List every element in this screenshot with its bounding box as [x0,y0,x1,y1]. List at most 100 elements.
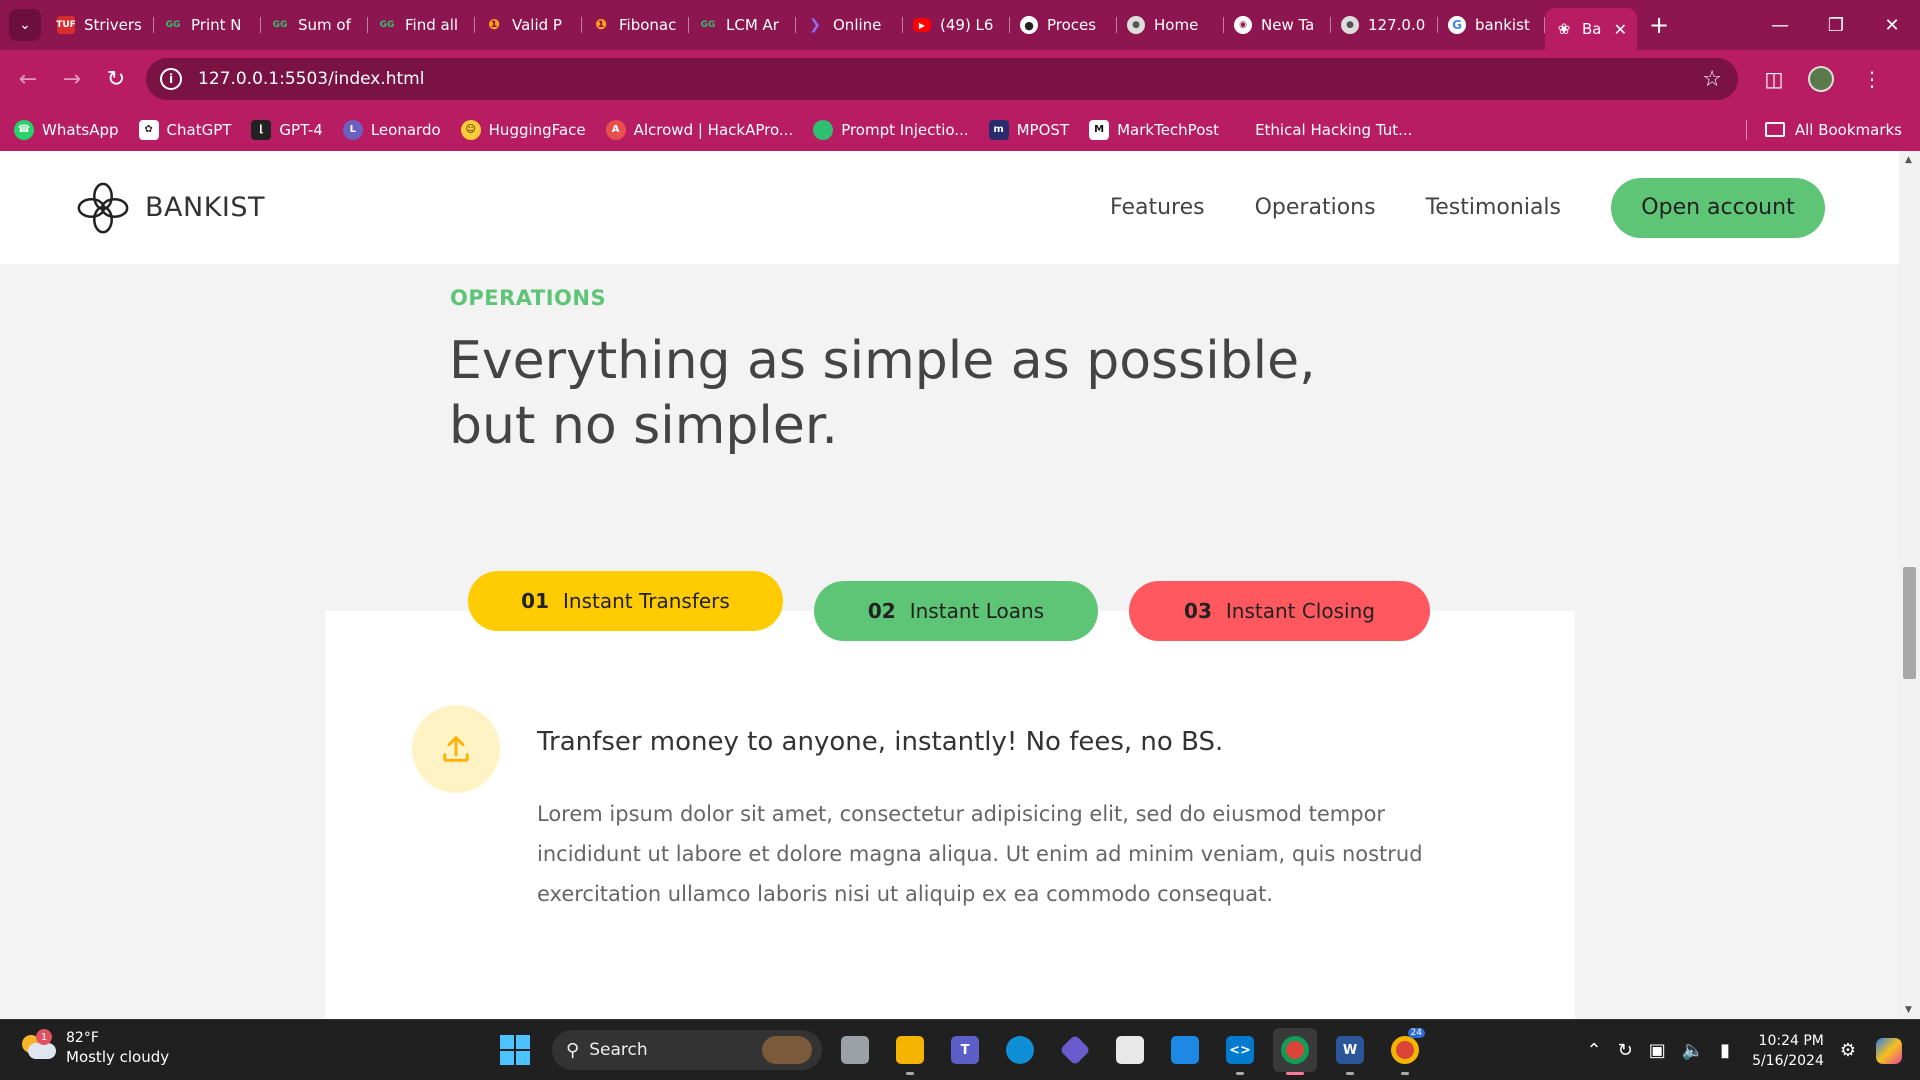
mail-icon[interactable] [1163,1028,1207,1072]
google-icon: G [1448,16,1466,34]
tab-find-all[interactable]: GG Find all [368,7,475,43]
sync-icon[interactable]: ↻ [1618,1040,1633,1061]
tab-strivers[interactable]: TUF Strivers [47,7,154,43]
bookmark-prompt-injection[interactable]: Prompt Injectio... [813,119,969,140]
marktechpost-icon: M [1089,119,1110,140]
tab-bankist-active[interactable]: ❀ Ba ✕ [1545,8,1637,50]
gfg-icon: GG [700,20,716,30]
tab-valid-p[interactable]: ❶ Valid P [475,7,582,43]
nav-link-operations[interactable]: Operations [1255,195,1376,220]
tab-print-n[interactable]: GG Print N [154,7,261,43]
compiler-icon: ❯ [809,17,821,33]
tab-github[interactable]: ● Proces [1010,7,1117,43]
upload-icon [443,736,469,762]
menu-dots-icon[interactable]: ⋮ [1852,59,1892,99]
tab-instant-closing[interactable]: 03 Instant Closing [1129,581,1430,641]
minimize-icon[interactable]: — [1752,0,1808,50]
new-tab-button[interactable]: + [1649,11,1669,39]
window-controls: — ❐ ✕ [1752,0,1920,50]
site-info-icon[interactable]: i [160,68,182,90]
site-logo[interactable]: BANKIST [74,179,265,237]
chrome-icon[interactable] [1273,1028,1317,1075]
windows-taskbar: 1 82°F Mostly cloudy ⚲ Search T <> W 24 … [0,1019,1920,1080]
battery-icon[interactable]: ▮ [1720,1040,1730,1061]
tab-instant-loans[interactable]: 02 Instant Loans [814,581,1098,641]
tab-localhost[interactable]: ● 127.0.0 [1331,7,1438,43]
nav-link-testimonials[interactable]: Testimonials [1426,195,1561,220]
all-bookmarks-button[interactable]: All Bookmarks [1745,108,1902,151]
bankist-logo-icon [77,182,129,233]
bookmark-chatgpt[interactable]: ✿ ChatGPT [138,119,231,140]
taskbar-search[interactable]: ⚲ Search [552,1030,822,1070]
bookmark-gpt4[interactable]: ⌊ GPT-4 [251,119,323,140]
bookmark-marktechpost[interactable]: M MarkTechPost [1089,119,1219,140]
vscode-icon[interactable]: <> [1218,1028,1262,1075]
tab-online[interactable]: ❯ Online [796,7,903,43]
tab-bankist-search[interactable]: Gbankist [1438,7,1545,43]
bookmark-star-icon[interactable]: ☆ [1702,67,1722,92]
bookmark-divider [1745,119,1747,140]
scroll-up-icon[interactable]: ▲ [1905,155,1912,165]
store-icon[interactable] [1108,1028,1152,1072]
scrollbar-thumb[interactable] [1903,567,1916,679]
leetcode-icon: ❶ [488,17,500,33]
bookmark-alcrowd[interactable]: A Alcrowd | HackAPro... [605,119,793,140]
search-icon: ⚲ [566,1039,580,1061]
omnibox[interactable]: i 127.0.0.1:5503/index.html ☆ [146,58,1738,100]
volume-icon[interactable]: 🔈 [1682,1040,1704,1061]
bookmark-whatsapp[interactable]: ☎ WhatsApp [14,119,119,140]
tab-new-tab[interactable]: ◉ New Ta [1224,7,1331,43]
forward-icon[interactable]: → [50,57,94,101]
tab-fibonacci[interactable]: ❶ Fibonac [582,7,689,43]
site-nav-links: Features Operations Testimonials Open ac… [1110,151,1825,264]
bookmark-ethical-hacking[interactable]: Ethical Hacking Tut... [1255,121,1412,139]
tab-lcm[interactable]: GG LCM Ar [689,7,796,43]
file-explorer-icon[interactable] [888,1028,932,1075]
teams-icon[interactable]: T [943,1028,987,1072]
back-icon[interactable]: ← [6,57,50,101]
section-title: Everything as simple as possible, but no… [449,331,1316,456]
close-window-icon[interactable]: ✕ [1864,0,1920,50]
upload-icon-badge [412,705,500,793]
restore-icon[interactable]: ❐ [1808,0,1864,50]
system-tray: ⌃ ↻ ▣ 🔈 ▮ 10:24 PM 5/16/2024 ⚙ [1571,1020,1902,1080]
settings-gear-icon[interactable]: ⚙ [1840,1040,1856,1061]
prompt-icon [813,119,834,140]
open-account-button[interactable]: Open account [1611,177,1825,238]
chrome-profile-icon[interactable]: 24 [1383,1028,1427,1075]
windows-start-icon[interactable] [500,1035,530,1065]
profile-avatar[interactable] [1808,66,1834,92]
bookmark-leonardo[interactable]: L Leonardo [342,119,441,140]
tab-home[interactable]: ● Home [1117,7,1224,43]
task-view-icon[interactable] [833,1028,877,1072]
tab-instant-transfers[interactable]: 01 Instant Transfers [468,571,783,631]
address-toolbar: ← → ↻ i 127.0.0.1:5503/index.html ☆ ◫ ⋮ [0,50,1920,108]
page-scrollbar[interactable]: ▲ ▼ [1899,151,1920,1019]
system-clock[interactable]: 10:24 PM 5/16/2024 [1752,1031,1824,1071]
chatgpt-icon: ✿ [138,119,159,140]
copilot-app-icon[interactable] [1053,1028,1097,1072]
bookmark-huggingface[interactable]: ☺ HuggingFace [460,119,586,140]
extensions-icon[interactable]: ◫ [1754,59,1794,99]
tuf-icon: TUF [56,16,76,34]
chevron-up-icon[interactable]: ⌃ [1587,1040,1602,1061]
edge-icon[interactable] [998,1028,1042,1072]
bookmark-mpost[interactable]: m MPOST [988,119,1069,140]
network-icon[interactable]: ▣ [1649,1040,1666,1061]
page-viewport: BANKIST Features Operations Testimonials… [0,151,1899,1019]
tab-search-button[interactable]: ⌄ [9,9,41,41]
url-text[interactable]: 127.0.0.1:5503/index.html [198,69,424,89]
copilot-icon[interactable] [1876,1037,1902,1064]
nav-link-features[interactable]: Features [1110,195,1205,220]
word-icon[interactable]: W [1328,1028,1372,1075]
site-header: BANKIST Features Operations Testimonials… [0,151,1899,264]
tab-sum-of[interactable]: GG Sum of [261,7,368,43]
operation-heading: Tranfser money to anyone, instantly! No … [537,727,1224,757]
reload-icon[interactable]: ↻ [94,57,138,101]
close-tab-icon[interactable]: ✕ [1614,20,1627,39]
notification-badge: 1 [36,1029,52,1045]
section-tag: OPERATIONS [450,286,607,310]
scroll-down-icon[interactable]: ▼ [1905,1005,1912,1015]
tab-youtube[interactable]: ▶ (49) L6 [903,7,1010,43]
weather-widget[interactable]: 1 82°F Mostly cloudy [20,1029,169,1067]
